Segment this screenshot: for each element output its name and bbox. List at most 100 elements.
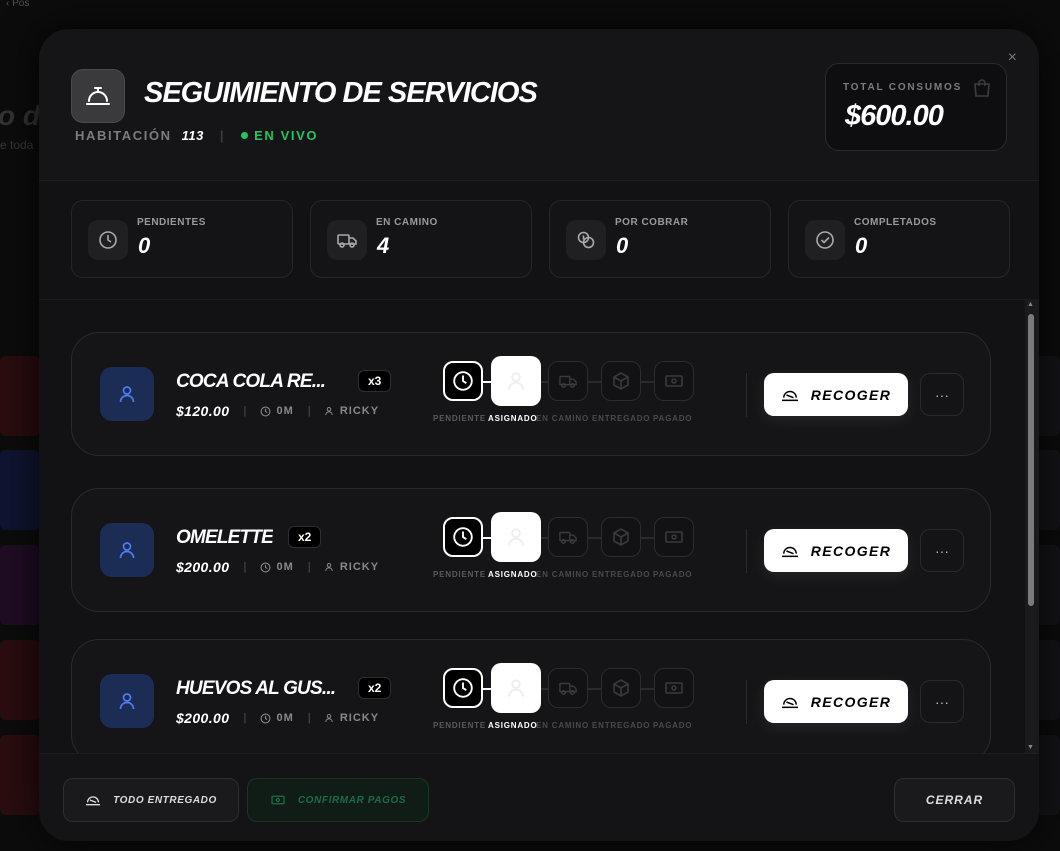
total-value: $600.00 — [845, 100, 944, 132]
quantity-badge: x2 — [288, 526, 322, 548]
status-stepper: PENDIENTE ASIGNADO EN CAMINO ENTREGADO P… — [432, 511, 702, 591]
dish-icon — [781, 390, 798, 401]
orders-list[interactable]: COCA COLA RE... x3 $120.00 | 0M | RICKY — [39, 299, 1039, 753]
divider — [746, 680, 747, 724]
background-room-card — [0, 640, 40, 720]
stats-row: PENDIENTES 0 EN CAMINO 4 POR COBRAR 0 CO… — [71, 200, 1010, 278]
service-bell-icon — [71, 69, 125, 123]
background-room-card — [1036, 735, 1060, 815]
step-pending-icon — [443, 668, 483, 708]
background-subtitle: e toda — [0, 138, 34, 152]
divider: | — [307, 712, 312, 724]
dish-icon — [781, 546, 798, 557]
divider: | — [307, 561, 312, 573]
staff-name: RICKY — [339, 561, 380, 573]
quantity-badge: x2 — [358, 677, 392, 699]
clock-icon — [260, 406, 270, 416]
background-room-card — [1036, 545, 1060, 625]
staff-name: RICKY — [339, 712, 380, 724]
recoger-label: RECOGER — [810, 386, 892, 403]
divider: | — [243, 561, 248, 573]
step-pending-icon — [443, 361, 483, 401]
stat-label: EN CAMINO — [376, 217, 438, 228]
confirmar-pagos-button[interactable]: CONFIRMAR PAGOS — [247, 778, 429, 822]
more-options-button[interactable]: ··· — [920, 680, 964, 723]
user-icon — [100, 674, 154, 728]
order-card: COCA COLA RE... x3 $120.00 | 0M | RICKY — [71, 332, 991, 456]
step-banknote-icon — [654, 361, 694, 401]
person-icon — [325, 714, 333, 723]
todo-entregado-button[interactable]: TODO ENTREGADO — [63, 778, 239, 822]
elapsed-time: 0M — [276, 561, 294, 573]
recoger-button[interactable]: RECOGER — [764, 529, 908, 572]
background-room-card — [0, 735, 40, 815]
step-pending-icon — [443, 517, 483, 557]
room-number: 113 — [181, 128, 204, 143]
background-room-card — [1036, 640, 1060, 720]
room-info: HABITACIÓN 113 | EN VIVO — [75, 128, 318, 143]
live-dot-icon — [241, 132, 249, 139]
stat-value: 0 — [138, 233, 151, 258]
background-room-card — [0, 450, 40, 530]
stat-label: POR COBRAR — [615, 217, 689, 228]
step-label: ASIGNADO — [488, 721, 538, 730]
recoger-button[interactable]: RECOGER — [764, 373, 908, 416]
scroll-down-icon[interactable]: ▼ — [1027, 744, 1034, 751]
item-price: $120.00 — [176, 403, 230, 419]
stat-en-camino: EN CAMINO 4 — [310, 200, 532, 278]
step-label: PAGADO — [653, 721, 693, 730]
more-options-button[interactable]: ··· — [920, 373, 964, 416]
close-icon[interactable]: × — [1008, 49, 1017, 67]
divider — [746, 529, 747, 573]
step-label: PENDIENTE — [433, 414, 486, 423]
coins-icon — [566, 220, 606, 260]
status-stepper: PENDIENTE ASIGNADO EN CAMINO ENTREGADO P… — [432, 662, 702, 742]
step-label: PAGADO — [653, 414, 693, 423]
step-banknote-icon — [654, 668, 694, 708]
step-package-icon — [601, 668, 641, 708]
elapsed-time: 0M — [276, 712, 294, 724]
person-icon — [325, 563, 333, 572]
recoger-button[interactable]: RECOGER — [764, 680, 908, 723]
background-title: o d — [0, 100, 40, 131]
more-options-button[interactable]: ··· — [920, 529, 964, 572]
order-card: HUEVOS AL GUS... x2 $200.00 | 0M | RICKY — [71, 639, 991, 753]
modal-header: × SEGUIMIENTO DE SERVICIOS HABITACIÓN 11… — [39, 29, 1039, 181]
item-name: COCA COLA RE... — [176, 371, 326, 392]
order-meta: $200.00 | 0M | RICKY — [176, 559, 379, 575]
modal-footer: TODO ENTREGADO CONFIRMAR PAGOS CERRAR — [39, 753, 1039, 841]
stat-completados: COMPLETADOS 0 — [788, 200, 1010, 278]
total-consumption-card: TOTAL CONSUMOS $600.00 — [825, 63, 1007, 151]
truck-icon — [327, 220, 367, 260]
background-room-card — [1036, 450, 1060, 530]
clock-icon — [88, 220, 128, 260]
dish-icon — [86, 796, 101, 806]
step-package-icon — [601, 517, 641, 557]
scroll-up-icon[interactable]: ▲ — [1027, 301, 1034, 308]
confirmar-pagos-label: CONFIRMAR PAGOS — [297, 794, 407, 806]
step-label: ASIGNADO — [488, 570, 538, 579]
step-label: PENDIENTE — [433, 570, 486, 579]
step-label: ASIGNADO — [488, 414, 538, 423]
background-room-card — [1036, 356, 1060, 436]
scrollbar[interactable]: ▲ ▼ — [1025, 299, 1039, 753]
stat-value: 0 — [855, 233, 868, 258]
user-icon — [100, 523, 154, 577]
step-assigned-icon — [491, 356, 541, 406]
recoger-label: RECOGER — [810, 693, 892, 710]
scrollbar-thumb[interactable] — [1028, 314, 1034, 606]
step-label: PENDIENTE — [433, 721, 486, 730]
step-truck-icon — [548, 668, 588, 708]
step-assigned-icon — [491, 512, 541, 562]
background-breadcrumb: ‹ Pos — [6, 0, 30, 9]
status-stepper: PENDIENTE ASIGNADO EN CAMINO ENTREGADO P… — [432, 355, 702, 435]
item-name: HUEVOS AL GUS... — [176, 678, 336, 699]
item-price: $200.00 — [176, 710, 230, 726]
stat-label: COMPLETADOS — [854, 217, 937, 228]
quantity-badge: x3 — [358, 370, 392, 392]
modal-title: SEGUIMIENTO DE SERVICIOS — [144, 77, 538, 109]
step-label: EN CAMINO — [536, 721, 589, 730]
dish-icon — [781, 697, 798, 708]
item-name: OMELETTE — [176, 527, 274, 548]
cerrar-button[interactable]: CERRAR — [894, 778, 1015, 822]
